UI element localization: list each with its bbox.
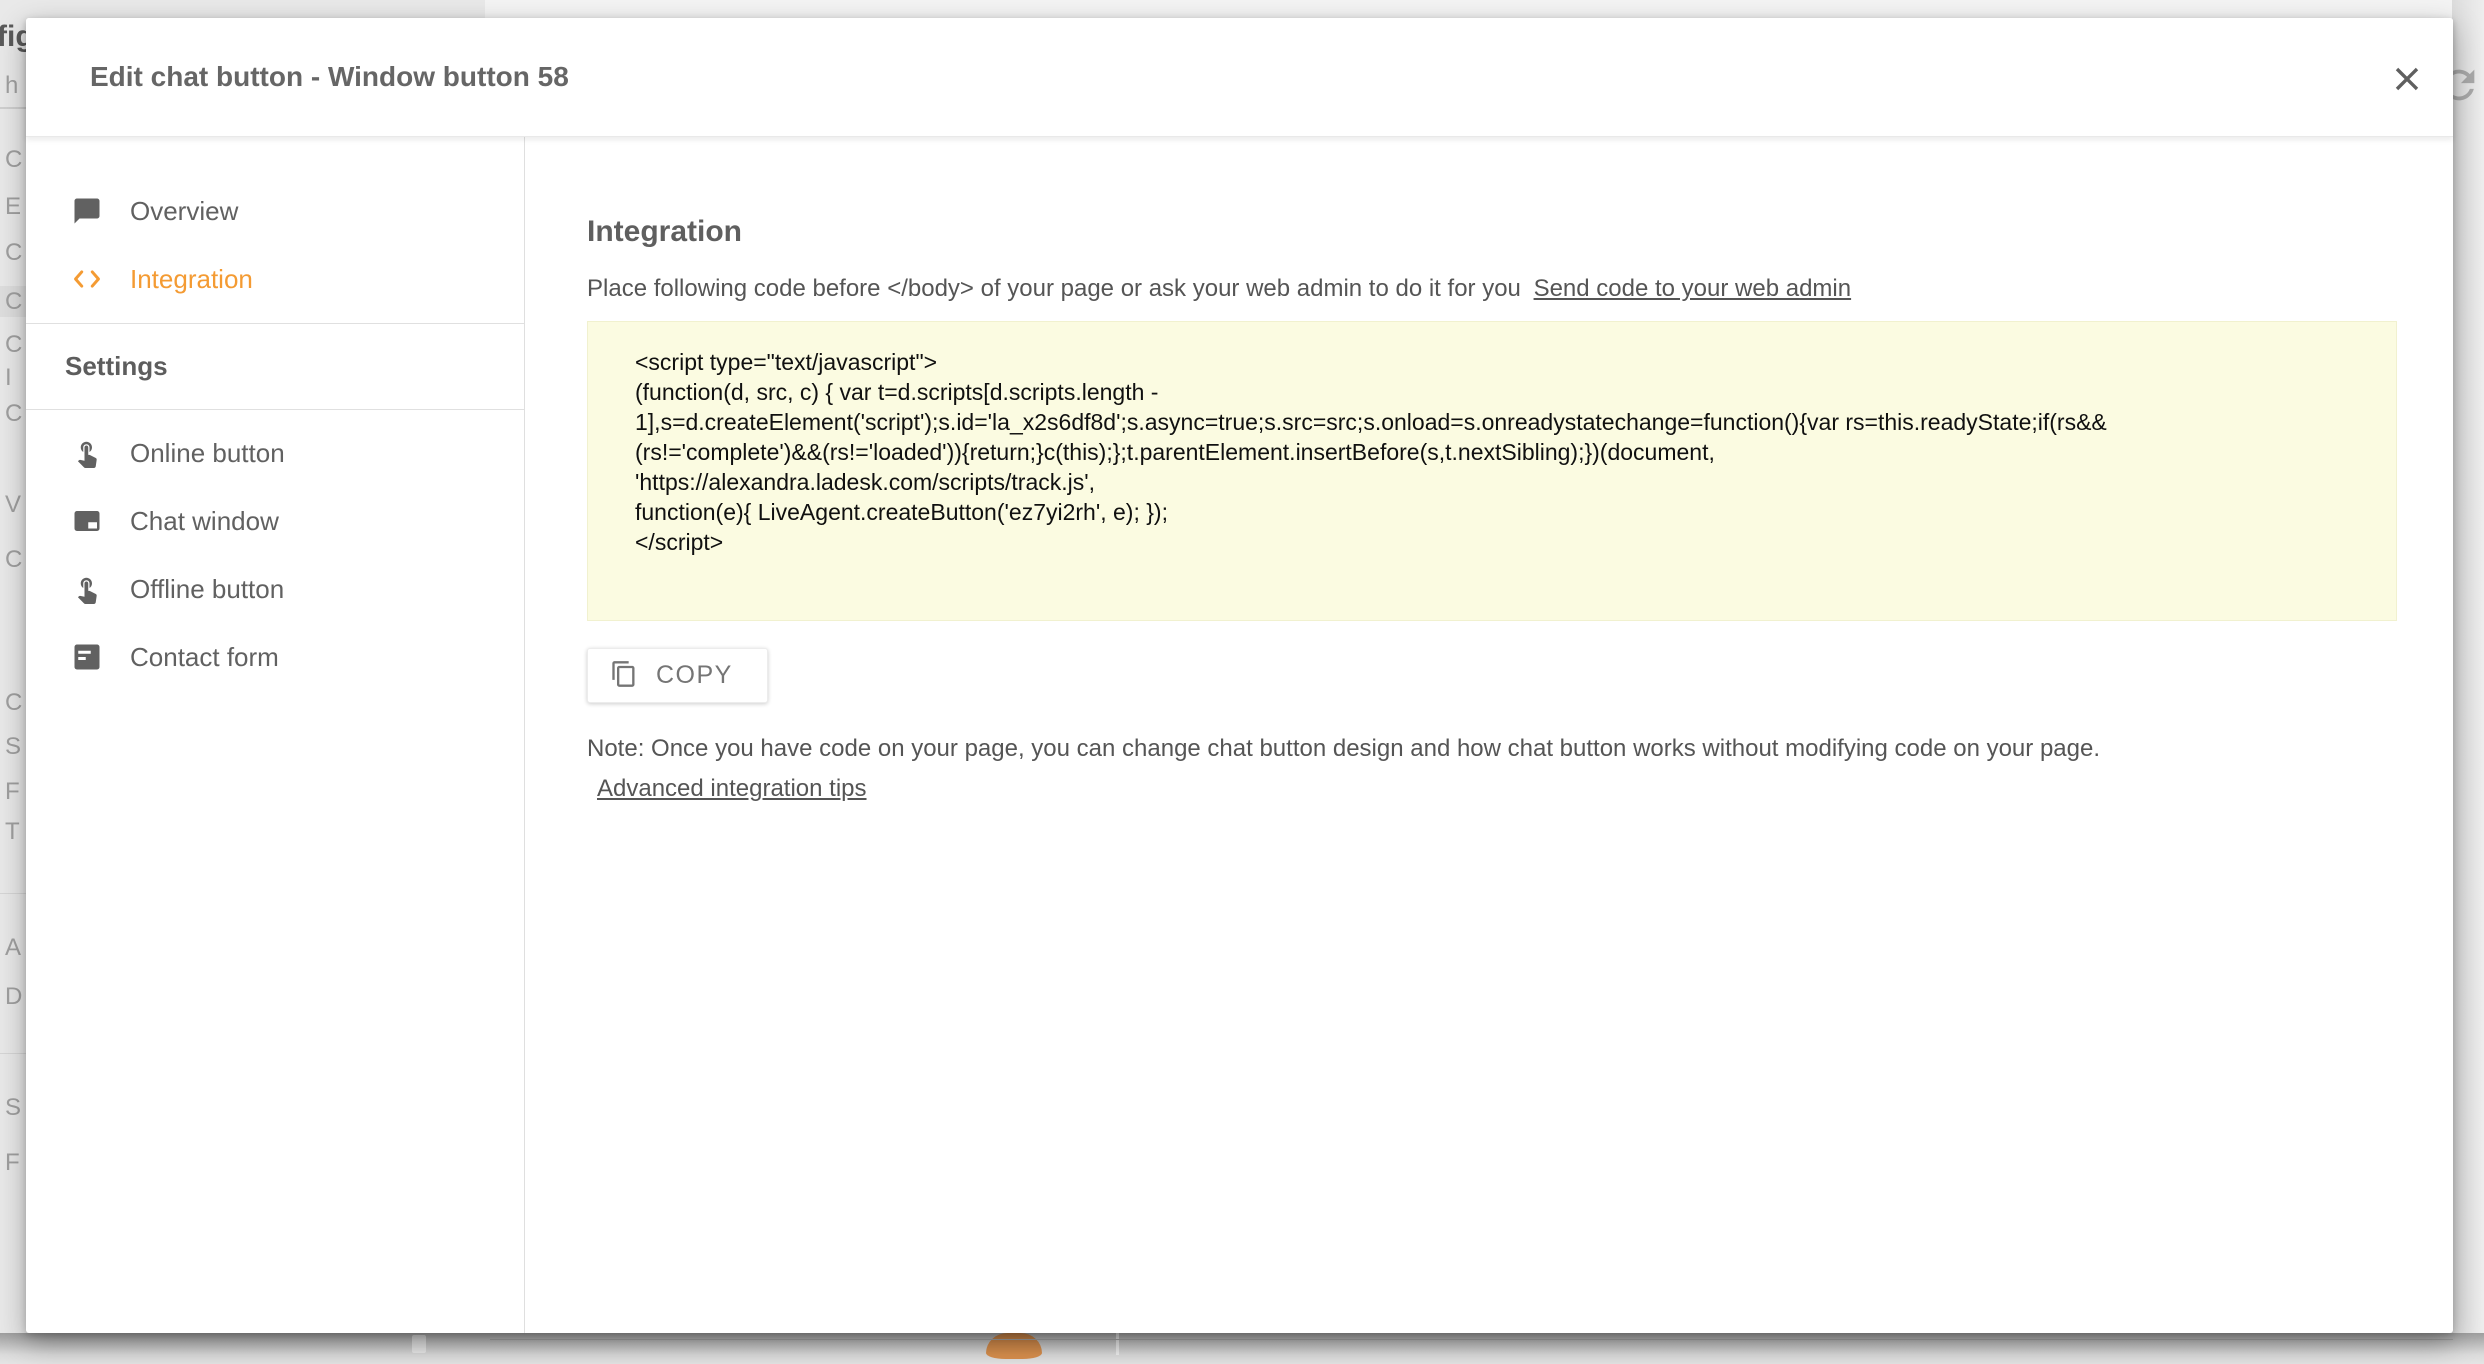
background-text-fragment: A xyxy=(5,934,21,962)
advanced-integration-tips-link[interactable]: Advanced integration tips xyxy=(597,775,867,803)
background-divider xyxy=(0,893,26,894)
copy-icon xyxy=(610,660,638,691)
sidebar-item-label: Chat window xyxy=(130,506,279,537)
background-text-fragment: h xyxy=(5,72,18,100)
edit-chat-button-dialog: Edit chat button - Window button 58 Over… xyxy=(26,18,2453,1333)
sidebar-item-offline-button[interactable]: Offline button xyxy=(26,555,524,623)
contact-form-icon xyxy=(72,642,102,672)
chat-button-preview xyxy=(986,1333,1042,1359)
background-text-fragment: I xyxy=(5,364,12,392)
integration-heading: Integration xyxy=(587,215,2398,249)
integration-instructions: Place following code before </body> of y… xyxy=(587,275,2398,303)
sidebar-item-integration[interactable]: Integration xyxy=(26,245,524,313)
sidebar-section-label: Settings xyxy=(65,351,168,382)
background-text-fragment: C xyxy=(5,331,22,359)
background-text-fragment: F xyxy=(5,1149,20,1177)
send-code-link[interactable]: Send code to your web admin xyxy=(1534,275,1852,302)
sidebar-item-label: Contact form xyxy=(130,642,279,673)
background-text-fragment: E xyxy=(5,193,21,221)
background-text-fragment: S xyxy=(5,1094,21,1122)
integration-code-block: <script type="text/javascript"> (functio… xyxy=(587,321,2397,621)
sidebar-item-label: Online button xyxy=(130,438,285,469)
background-text-fragment: S xyxy=(5,733,21,761)
sidebar-item-contact-form[interactable]: Contact form xyxy=(26,623,524,691)
background-card-sliver xyxy=(485,0,2453,20)
code-line: (function(d, src, c) { var t=d.scripts[d… xyxy=(635,377,2356,407)
background-right-sliver xyxy=(2452,0,2484,1364)
code-brackets-icon xyxy=(72,264,102,294)
background-left-sliver: fighCECCCICVCCSFTADSFA xyxy=(0,0,26,1364)
code-line: 'https://alexandra.ladesk.com/scripts/tr… xyxy=(635,467,2356,497)
background-text-fragment: C xyxy=(5,239,22,267)
touch-app-icon xyxy=(72,438,102,468)
touch-app-icon xyxy=(72,574,102,604)
background-text-fragment: C xyxy=(5,546,22,574)
background-text-fragment: V xyxy=(5,491,21,519)
code-line: 1],s=d.createElement('script');s.id='la_… xyxy=(635,407,2356,437)
chat-window-icon xyxy=(72,506,102,536)
code-line: (rs!='complete')&&(rs!='loaded')){return… xyxy=(635,437,2356,467)
background-text-fragment: D xyxy=(5,983,22,1011)
copy-button[interactable]: COPY xyxy=(587,648,768,703)
background-text-fragment: C xyxy=(5,288,22,316)
code-line: </script> xyxy=(635,527,2356,557)
background-text-fragment: fig xyxy=(0,20,26,54)
dialog-header: Edit chat button - Window button 58 xyxy=(26,18,2453,137)
dialog-sidebar: Overview Integration Settings Online but xyxy=(26,137,525,1333)
sidebar-item-chat-window[interactable]: Chat window xyxy=(26,487,524,555)
background-text-fragment: C xyxy=(5,400,22,428)
integration-panel: Integration Place following code before … xyxy=(525,137,2453,1333)
sidebar-item-online-button[interactable]: Online button xyxy=(26,419,524,487)
background-search-underline xyxy=(0,107,26,109)
dialog-title: Edit chat button - Window button 58 xyxy=(66,61,569,93)
close-icon xyxy=(2392,64,2422,97)
chat-bubble-icon xyxy=(72,196,102,226)
copy-button-label: COPY xyxy=(656,661,733,690)
instructions-text: Place following code before </body> of y… xyxy=(587,275,1521,302)
background-text-fragment: C xyxy=(5,689,22,717)
sidebar-section-settings: Settings xyxy=(26,324,524,409)
background-seam xyxy=(1116,1333,1119,1355)
background-text-fragment: C xyxy=(5,146,22,174)
dialog-body: Overview Integration Settings Online but xyxy=(26,137,2453,1333)
integration-note: Note: Once you have code on your page, y… xyxy=(587,735,2398,763)
sidebar-item-label: Overview xyxy=(130,196,238,227)
background-text-fragment: F xyxy=(5,778,20,806)
sidebar-item-label: Integration xyxy=(130,264,253,295)
sidebar-item-overview[interactable]: Overview xyxy=(26,177,524,245)
background-bottom-strip xyxy=(0,1333,2484,1364)
background-divider xyxy=(0,1053,26,1054)
close-button[interactable] xyxy=(2385,58,2429,102)
background-panel-edge xyxy=(490,1339,2453,1340)
code-line: function(e){ LiveAgent.createButton('ez7… xyxy=(635,497,2356,527)
background-notch xyxy=(412,1335,426,1353)
code-line: <script type="text/javascript"> xyxy=(635,347,2356,377)
background-text-fragment: T xyxy=(5,818,20,846)
sidebar-item-label: Offline button xyxy=(130,574,284,605)
